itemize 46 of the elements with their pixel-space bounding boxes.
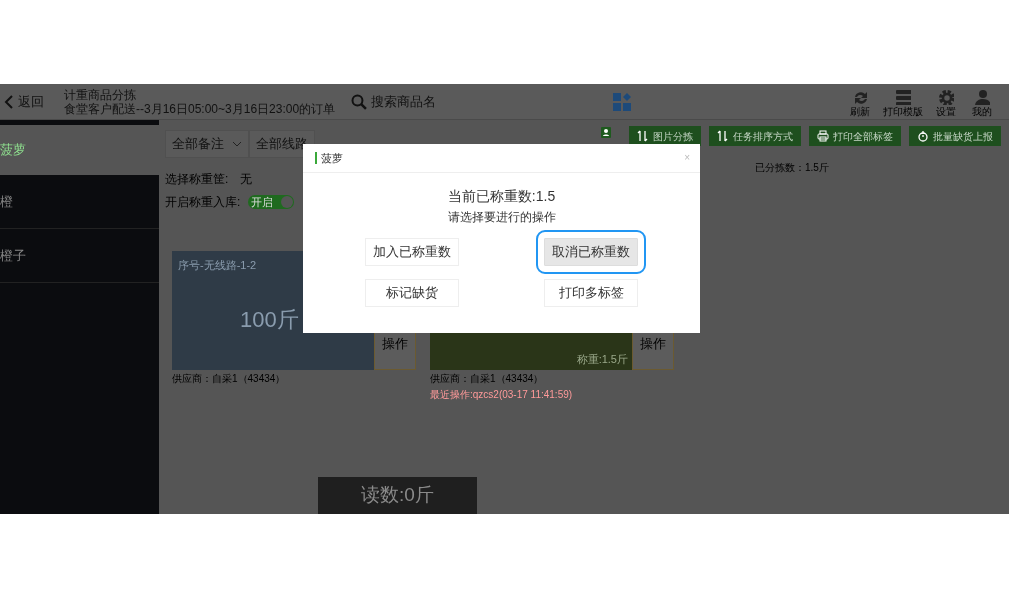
dialog-title: 菠萝 [321,150,343,166]
title-accent-bar [315,152,317,164]
toolbar-button[interactable]: 刷新 [845,89,875,119]
basket-value: 无 [240,171,253,188]
supplier-text: 供应商：自采1（43434） [172,372,287,386]
sorted-count: 已分拣数：1.5斤 [755,161,829,175]
toolbar-button[interactable]: 打印模版 [881,89,925,119]
back-button[interactable]: 返回 [0,84,52,119]
grid-logo-icon [613,92,631,111]
chevron-down-icon [232,141,242,147]
stock-in-label: 开启称重入库: [165,194,241,211]
sort-icon [637,130,649,142]
printer-icon [817,130,829,142]
sidebar-item[interactable]: 橙 [0,175,159,229]
dialog-option-button[interactable]: 打印多标签 [544,279,638,307]
sort-icon [717,130,729,142]
dialog-option-button[interactable]: 标记缺货 [365,279,459,307]
sidebar-item[interactable]: 橙子 [0,229,159,283]
filter-dropdown[interactable]: 全部备注 [165,130,249,158]
supplier-text: 供应商：自采1（43434） [430,372,545,386]
scale-reading: 读数:0斤 [318,477,477,514]
sidebar-item[interactable]: 菠萝 [0,125,159,175]
toolbar-button[interactable]: 设置 [931,89,961,119]
action-button[interactable]: 打印全部标签 [809,126,901,146]
search-icon [351,93,367,110]
action-button[interactable]: 批量缺货上报 [909,126,1001,146]
user-badge-icon [601,127,611,138]
dialog-option-button[interactable]: 加入已称重数 [365,238,459,266]
page-title: 计重商品分拣 [64,87,137,102]
refresh-icon [852,89,868,105]
current-weight-text: 当前已称重数:1.5 [446,187,557,205]
server-icon [895,89,911,105]
back-icon [4,93,14,110]
settings-icon [938,89,954,105]
weighed-amount: 称重:1.5斤 [576,351,628,367]
last-operation-text: 最近操作:qzcs2(03-17 11:41:59) [430,388,574,402]
prompt-text: 请选择要进行的操作 [446,209,557,225]
toolbar-button[interactable]: 我的 [967,89,997,119]
basket-label: 选择称重筐: [165,171,229,188]
card-weight: 100斤 [240,309,299,331]
page-subtitle: 食堂客户配送--3月16日05:00~3月16日23:00的订单 [64,101,337,116]
toggle-switch[interactable]: 开启 [248,195,295,209]
action-button[interactable]: 图片分拣 [629,126,701,146]
action-button[interactable]: 任务排序方式 [709,126,801,146]
card-title: 序号-无线路-1-2 [178,258,257,273]
user-icon [974,89,990,105]
